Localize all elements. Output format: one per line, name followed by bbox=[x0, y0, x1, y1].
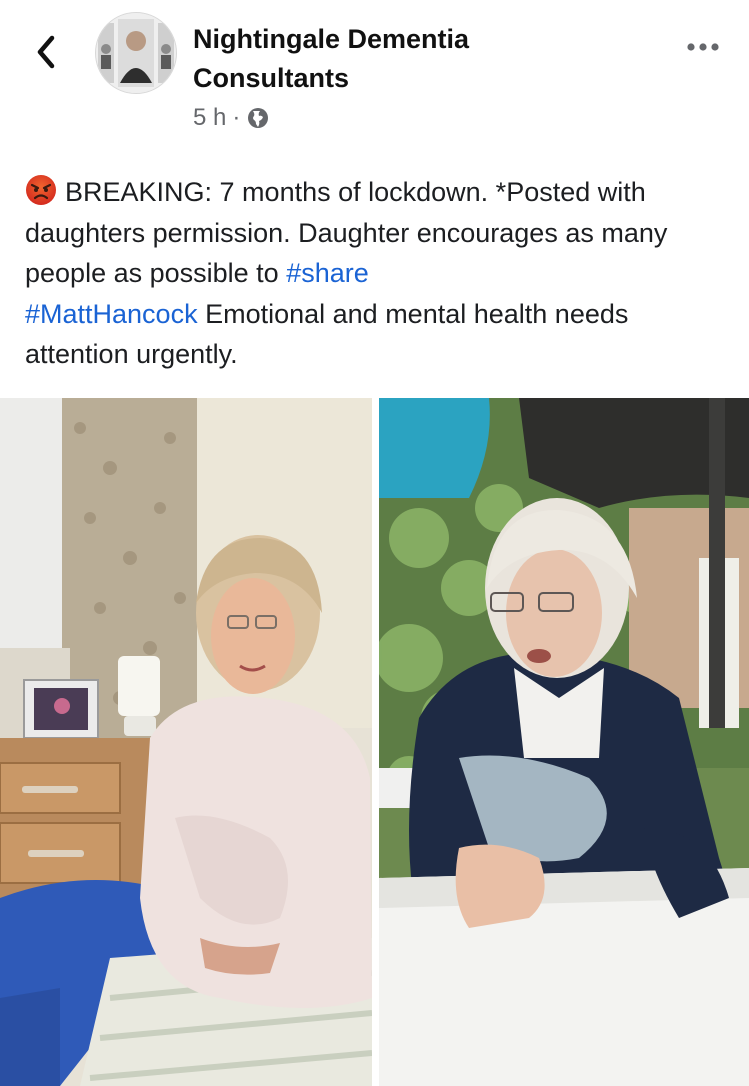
hashtag-matthancock[interactable]: #MattHancock bbox=[25, 299, 198, 329]
page-avatar[interactable] bbox=[95, 12, 177, 94]
more-options-button[interactable] bbox=[683, 32, 723, 62]
post-text: BREAKING: 7 months of lockdown. *Posted … bbox=[25, 172, 731, 375]
page-name-line1: Nightingale Dementia bbox=[193, 24, 470, 54]
globe-icon bbox=[248, 108, 269, 128]
post-timestamp[interactable]: 5 h bbox=[193, 104, 226, 132]
meta-separator: · bbox=[232, 104, 241, 131]
photo-left[interactable] bbox=[0, 398, 372, 1086]
post-meta: 5 h · bbox=[193, 101, 270, 135]
post-header: Nightingale Dementia Consultants 5 h · bbox=[0, 0, 749, 150]
chevron-left-icon bbox=[37, 35, 55, 69]
back-button[interactable] bbox=[30, 30, 66, 74]
hashtag-share[interactable]: #share bbox=[286, 258, 369, 288]
more-horizontal-icon bbox=[687, 43, 719, 51]
page-name[interactable]: Nightingale Dementia Consultants bbox=[193, 20, 613, 98]
avatar-collage bbox=[96, 13, 176, 93]
page-name-line2: Consultants bbox=[193, 63, 350, 93]
photo-right-image bbox=[379, 398, 749, 1086]
photo-left-image bbox=[0, 398, 372, 1086]
photo-right[interactable] bbox=[379, 398, 749, 1086]
angry-face-icon bbox=[26, 175, 56, 205]
